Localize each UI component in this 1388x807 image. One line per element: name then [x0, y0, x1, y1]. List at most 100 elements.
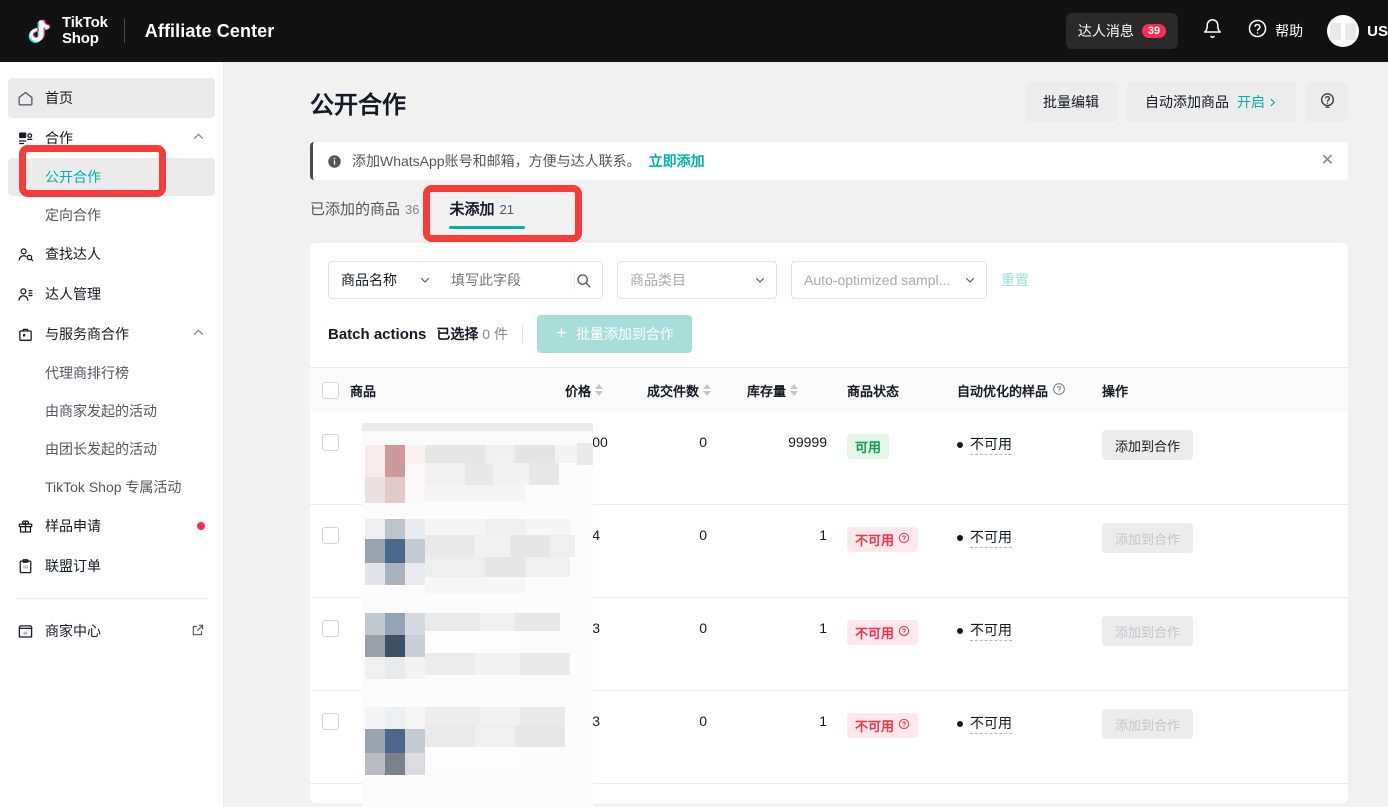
status-dot-icon [957, 535, 963, 541]
question-circle-icon[interactable] [1052, 382, 1066, 399]
products-table: 商品 价格 成交件数 库存量 商品状态 [310, 367, 1348, 803]
sidebar-item-public-cooperation[interactable]: 公开合作 [8, 158, 215, 196]
column-label: 商品状态 [847, 381, 899, 400]
sidebar-item-agency-campaigns[interactable]: 由团长发起的活动 [0, 430, 223, 468]
app-root: TikTok Shop Affiliate Center 达人消息 39 [0, 0, 1388, 807]
sidebar-item-find-creators[interactable]: 查找达人 [0, 234, 223, 274]
sidebar-item-tiktok-shop-campaigns[interactable]: TikTok Shop 专属活动 [0, 468, 223, 506]
row-checkbox[interactable] [322, 713, 339, 730]
sidebar-item-agency-leaderboard[interactable]: 代理商排行榜 [0, 354, 223, 392]
auto-add-products-button[interactable]: 自动添加商品 开启 [1127, 82, 1296, 122]
auto-add-state: 开启 [1237, 92, 1278, 112]
tab-not-added[interactable]: 未添加21 [449, 198, 513, 229]
search-icon[interactable] [575, 272, 602, 289]
reset-filters-button[interactable]: 重置 [1001, 270, 1029, 290]
price-cell: $10.00 [565, 412, 647, 450]
column-label: 商品 [350, 381, 376, 400]
auto-add-label: 自动添加商品 [1145, 92, 1229, 112]
batch-add-to-cooperation-button[interactable]: 批量添加到合作 [537, 315, 692, 353]
whatsapp-banner-link[interactable]: 立即添加 [649, 151, 705, 171]
column-header-price[interactable]: 价格 [565, 381, 647, 400]
product-cell[interactable] [350, 691, 565, 713]
page-header: 公开合作 批量编辑 自动添加商品 开启 [224, 62, 1388, 122]
sidebar-item-home[interactable]: 首页 [8, 78, 215, 118]
status-dot-icon [957, 442, 963, 448]
status-cell: 不可用 [847, 598, 957, 645]
sidebar-group-cooperation[interactable]: 合作 [0, 118, 223, 158]
table-row[interactable]: $1.13 0 1 不可用 不可用 [310, 691, 1348, 784]
sample-value[interactable]: 不可用 [957, 527, 1012, 548]
auto-optimized-sample-select[interactable]: Auto-optimized sampl... [791, 261, 987, 299]
add-to-cooperation-button[interactable]: 添加到合作 [1102, 430, 1193, 460]
select-all-cell [310, 382, 350, 399]
sort-icon[interactable] [595, 384, 603, 396]
stock-cell: 1 [747, 691, 847, 729]
table-row[interactable]: $1.13 0 1 不可用 不可用 [310, 598, 1348, 691]
sample-value[interactable]: 不可用 [957, 434, 1012, 455]
whatsapp-banner: 添加WhatsApp账号和邮箱，方便与达人联系。 立即添加 ✕ [310, 142, 1348, 180]
status-label: 不可用 [855, 716, 894, 735]
select-all-checkbox[interactable] [322, 382, 339, 399]
sidebar-item-sample-requests[interactable]: 样品申请 [0, 506, 223, 546]
close-icon[interactable]: ✕ [1321, 153, 1334, 169]
sort-icon[interactable] [703, 384, 711, 396]
creator-messages-button[interactable]: 达人消息 39 [1066, 13, 1178, 49]
handshake-icon [16, 129, 34, 147]
product-cell[interactable] [350, 598, 565, 620]
sidebar-item-creator-management[interactable]: 达人管理 [0, 274, 223, 314]
status-badge: 不可用 [847, 713, 918, 738]
table-header-row: 商品 价格 成交件数 库存量 商品状态 [310, 368, 1348, 412]
table-row[interactable]: $1.14 0 1 不可用 不可用 [310, 505, 1348, 598]
column-header-stock[interactable]: 库存量 [747, 381, 847, 400]
row-checkbox[interactable] [322, 527, 339, 544]
sidebar: 首页 合作 公开合作 定向合作 [0, 62, 224, 807]
sample-value[interactable]: 不可用 [957, 713, 1012, 734]
row-checkbox[interactable] [322, 434, 339, 451]
status-dot-icon [957, 628, 963, 634]
search-field-select[interactable]: 商品名称 [329, 270, 441, 290]
sidebar-item-merchant-campaigns[interactable]: 由商家发起的活动 [0, 392, 223, 430]
batch-actions-bar: Batch actions 已选择 0 件 批量添加到合作 [310, 299, 1348, 353]
question-circle-icon[interactable] [898, 625, 910, 640]
sample-cell: 不可用 [957, 691, 1102, 734]
row-checkbox[interactable] [322, 620, 339, 637]
chevron-up-icon [192, 130, 205, 146]
info-circle-icon [327, 154, 342, 169]
column-header-deals[interactable]: 成交件数 [647, 381, 747, 400]
column-header-status: 商品状态 [847, 381, 957, 400]
tab-added-products[interactable]: 已添加的商品36 [310, 198, 419, 229]
clipboard-icon [16, 557, 34, 575]
bulk-edit-button[interactable]: 批量编辑 [1025, 82, 1117, 122]
user-menu[interactable]: US [1327, 15, 1388, 47]
sidebar-item-affiliate-orders[interactable]: 联盟订单 [0, 546, 223, 586]
product-tabs: 已添加的商品36 未添加21 [224, 180, 1388, 229]
table-row[interactable]: $10.00 0 99999 可用 不可用 添加到合作 [310, 412, 1348, 505]
sort-icon[interactable] [790, 384, 798, 396]
product-cell[interactable] [350, 412, 565, 434]
sidebar-item-seller-center[interactable]: 商家中心 [0, 611, 223, 651]
sample-cell: 不可用 [957, 598, 1102, 641]
chevron-down-icon [754, 274, 766, 286]
help-button[interactable]: 帮助 [1247, 18, 1303, 44]
brand-logo[interactable]: TikTok Shop [22, 14, 145, 48]
sample-value[interactable]: 不可用 [957, 620, 1012, 641]
plus-icon [555, 326, 568, 342]
category-select[interactable]: 商品类目 [617, 261, 777, 299]
row-select-cell [310, 598, 350, 637]
sample-label: 不可用 [970, 713, 1012, 734]
product-cell[interactable] [350, 505, 565, 527]
product-search-group: 商品名称 [328, 261, 603, 299]
question-circle-icon[interactable] [898, 718, 910, 733]
sidebar-item-targeted-cooperation[interactable]: 定向合作 [0, 196, 223, 234]
chevron-up-icon [192, 326, 205, 342]
filter-bar: 商品名称 商品类目 Auto-optimized s [310, 243, 1348, 299]
add-to-cooperation-button: 添加到合作 [1102, 616, 1193, 646]
tab-label: 未添加 [449, 201, 494, 218]
question-circle-icon[interactable] [898, 532, 910, 547]
notifications-button[interactable] [1202, 18, 1223, 44]
action-cell: 添加到合作 [1102, 505, 1348, 553]
search-input[interactable] [451, 272, 566, 288]
sidebar-group-service-providers[interactable]: 与服务商合作 [0, 314, 223, 354]
page-help-button[interactable] [1306, 82, 1348, 122]
deals-cell: 0 [647, 505, 747, 543]
